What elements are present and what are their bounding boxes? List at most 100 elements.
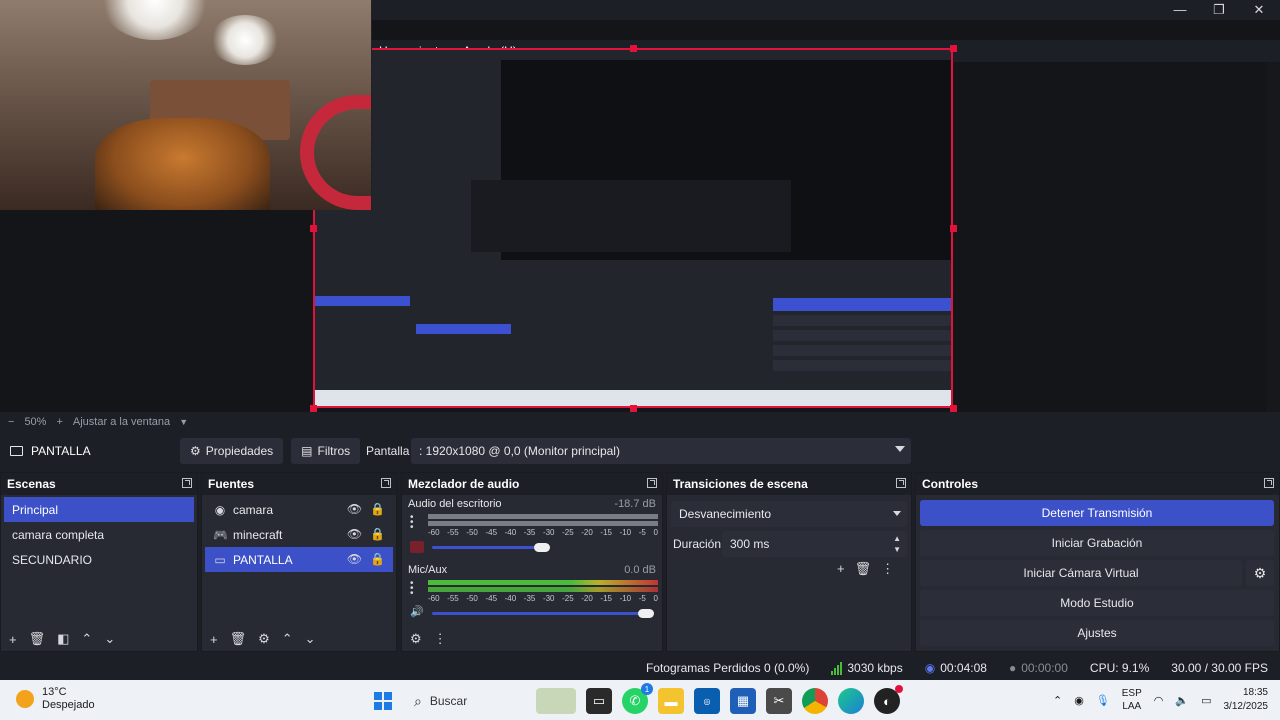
popout-icon[interactable] <box>1264 478 1274 488</box>
chevron-down-icon[interactable]: ⌄ <box>305 631 316 647</box>
resize-handle-left[interactable] <box>310 225 317 232</box>
more-icon[interactable]: ⋮ <box>434 631 447 647</box>
volume-slider[interactable] <box>432 546 542 549</box>
record-time-value: 00:00:00 <box>1021 661 1068 675</box>
filters-button[interactable]: ▤ Filtros <box>291 438 361 464</box>
resize-handle-bottom-left[interactable] <box>310 405 317 412</box>
eye-icon[interactable]: 👁 <box>347 527 362 541</box>
zoom-in-button[interactable]: + <box>56 416 62 428</box>
popout-icon[interactable] <box>647 478 657 488</box>
scene-item[interactable]: camara completa <box>4 522 194 547</box>
language-indicator[interactable]: ESP LAA <box>1122 687 1142 713</box>
obs-icon[interactable]: ◐ <box>874 685 903 714</box>
windows-start-icon[interactable] <box>370 688 396 714</box>
program-canvas[interactable] <box>313 48 953 408</box>
maximize-button[interactable]: ❐ <box>1199 0 1239 20</box>
eye-icon[interactable]: 👁 <box>347 552 362 566</box>
resize-handle-right[interactable] <box>950 225 957 232</box>
snipping-tool-icon[interactable]: ✂ <box>766 688 792 714</box>
volume-knob[interactable] <box>638 609 654 618</box>
microphone-icon[interactable]: 🎙 <box>1096 694 1110 707</box>
lock-icon[interactable]: 🔒 <box>370 502 385 516</box>
weather-widget[interactable]: 13°C Despejado <box>16 686 95 712</box>
trash-icon[interactable]: 🗑 <box>29 631 46 647</box>
add-scene-button[interactable]: + <box>9 632 17 647</box>
zoom-out-button[interactable]: − <box>8 416 14 428</box>
gear-icon[interactable]: ⚙ <box>258 631 270 647</box>
resize-handle-bottom[interactable] <box>630 405 637 412</box>
properties-button[interactable]: ⚙ Propiedades <box>180 438 284 464</box>
duration-field[interactable]: 300 ms ▲ ▼ <box>722 531 907 557</box>
settings-button[interactable]: Ajustes <box>920 620 1274 646</box>
file-explorer-icon[interactable]: ▬ <box>658 688 684 714</box>
muted-speaker-icon[interactable] <box>410 541 424 553</box>
store-icon[interactable]: ▦ <box>730 688 756 714</box>
news-widget-icon[interactable] <box>536 688 576 714</box>
scene-item[interactable]: SECUNDARIO <box>4 547 194 572</box>
scene-item-label: camara completa <box>12 527 105 542</box>
chevron-up-icon[interactable]: ⌃ <box>81 631 92 647</box>
chrome-icon[interactable] <box>802 688 828 714</box>
minimize-button[interactable]: — <box>1160 0 1200 20</box>
chevron-up-icon[interactable]: ⌃ <box>282 631 293 647</box>
add-transition-button[interactable]: + <box>837 561 845 577</box>
trash-icon[interactable]: 🗑 <box>855 561 872 577</box>
speaker-icon[interactable]: 🔊 <box>410 605 424 618</box>
popout-icon[interactable] <box>182 478 192 488</box>
camera-icon: ◉ <box>214 502 226 517</box>
mixer-title-text: Mezclador de audio <box>408 477 520 491</box>
sources-dock: Fuentes ◉ camara 👁 🔒 🎮 minecraft 👁 🔒 ▭ PAN… <box>201 472 397 652</box>
source-item[interactable]: 🎮 minecraft 👁 🔒 <box>205 522 393 547</box>
more-icon[interactable]: ⋮ <box>881 561 894 577</box>
taskbar-search[interactable]: ⌕ Buscar <box>406 686 526 716</box>
add-source-button[interactable]: + <box>210 632 218 647</box>
more-icon[interactable]: • • • <box>410 579 414 599</box>
preview-area[interactable]: Herramientas Ayuda (H) <box>0 0 1280 432</box>
chevron-up-icon[interactable]: ▲ <box>893 534 901 543</box>
search-placeholder: Buscar <box>429 694 468 708</box>
resize-handle-top[interactable] <box>630 45 637 52</box>
volume-icon[interactable]: 🔈 <box>1175 694 1189 707</box>
trash-icon[interactable]: 🗑 <box>230 631 247 647</box>
obs-tray-icon[interactable]: ◉ <box>1074 694 1084 707</box>
display-select[interactable]: : 1920x1080 @ 0,0 (Monitor principal) <box>411 438 911 464</box>
clock[interactable]: 18:35 3/12/2025 <box>1224 686 1269 714</box>
source-item[interactable]: ◉ camara 👁 🔒 <box>205 497 393 522</box>
source-toolbar: PANTALLA ⚙ Propiedades ▤ Filtros Pantall… <box>0 436 1280 466</box>
task-view-icon[interactable]: ▭ <box>586 688 612 714</box>
chevron-down-icon[interactable]: ⌄ <box>104 631 115 647</box>
fit-to-window-dropdown[interactable]: Ajustar a la ventana ▼ <box>73 416 188 428</box>
level-meter <box>428 580 658 585</box>
eye-icon[interactable]: 👁 <box>347 502 362 516</box>
chevron-up-icon[interactable]: ⌃ <box>1053 694 1062 707</box>
resize-handle-bottom-right[interactable] <box>950 405 957 412</box>
start-virtual-camera-button[interactable]: Iniciar Cámara Virtual <box>920 560 1242 586</box>
gear-icon[interactable]: ⚙ <box>1246 560 1274 586</box>
close-button[interactable]: ✕ <box>1239 0 1279 20</box>
start-recording-button[interactable]: Iniciar Grabación <box>920 530 1274 556</box>
volume-knob[interactable] <box>534 543 550 552</box>
dell-icon[interactable]: ◎ <box>694 688 720 714</box>
more-icon[interactable]: • • • <box>410 513 414 533</box>
battery-icon[interactable]: ▭ <box>1201 694 1211 707</box>
transition-select[interactable]: Desvanecimiento <box>671 501 907 527</box>
preview-scrollbar[interactable] <box>1266 62 1280 432</box>
studio-mode-button[interactable]: Modo Estudio <box>920 590 1274 616</box>
edge-icon[interactable] <box>838 688 864 714</box>
chevron-down-icon[interactable]: ▼ <box>893 545 901 554</box>
resize-handle-top-right[interactable] <box>950 45 957 52</box>
scene-item[interactable]: Principal <box>4 497 194 522</box>
stop-streaming-button[interactable]: Detener Transmisión <box>920 500 1274 526</box>
wifi-icon[interactable]: ◠ <box>1154 694 1164 707</box>
duration-value: 300 ms <box>730 537 770 551</box>
popout-icon[interactable] <box>896 478 906 488</box>
webcam-feed <box>0 0 372 210</box>
lock-icon[interactable]: 🔒 <box>370 552 385 566</box>
volume-slider[interactable] <box>432 612 646 615</box>
lock-icon[interactable]: 🔒 <box>370 527 385 541</box>
whatsapp-icon[interactable]: ✆ 1 <box>622 683 653 714</box>
popout-icon[interactable] <box>381 478 391 488</box>
filter-icon[interactable]: ◧ <box>57 631 69 647</box>
source-item[interactable]: ▭ PANTALLA 👁 🔒 <box>205 547 393 572</box>
advanced-audio-icon[interactable]: ⚙ <box>410 631 422 647</box>
